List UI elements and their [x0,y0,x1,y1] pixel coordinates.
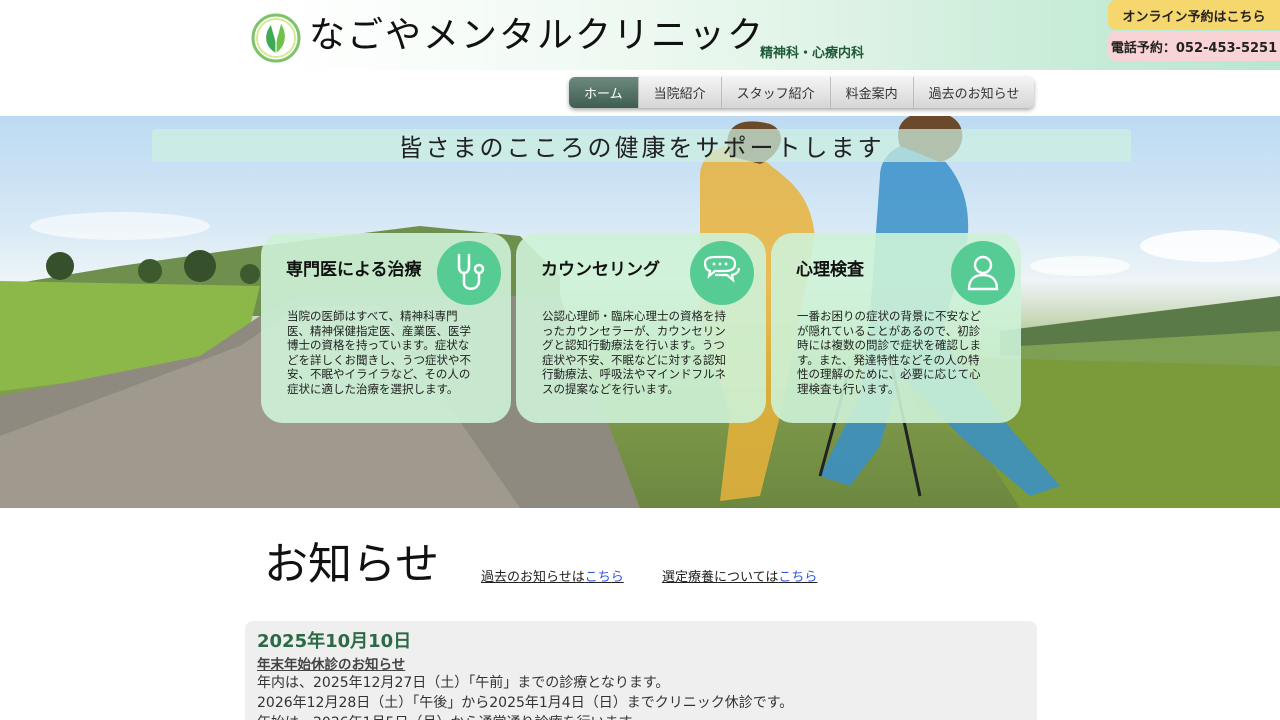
site-title[interactable]: なごやメンタルクリニック [309,14,765,58]
card-specialist-treatment[interactable]: 専門医による治療 当院の医師はすべて、精神科専門 医、精神保健指定医、産業医、医… [261,233,511,423]
card-psychological-test[interactable]: 心理検査 一番お困りの症状の背景に不安など が隠れていることがあるので、初診 時… [771,233,1021,423]
news-line: 年内は、2025年12月27日（土）「午前」までの診療となります。 [257,675,670,691]
stethoscope-icon [437,241,501,305]
news-item: 2025年10月10日 年末年始休診のお知らせ 年内は、2025年12月27日（… [245,621,1037,720]
hero-banner: 皆さまのこころの健康をサポートします [152,129,1131,162]
nav-item-fees[interactable]: 料金案内 [830,77,914,108]
card-title: カウンセリング [541,260,660,280]
news-line: 2026年12月28日（土）「午後」から2025年1月4日（日）までクリニック休… [257,695,794,711]
online-booking-button[interactable]: オンライン予約はこちら [1108,0,1280,30]
site-subtitle: 精神科・心療内科 [760,46,865,61]
chat-bubbles-icon [690,241,754,305]
news-heading: お知らせ [264,539,440,590]
card-title: 心理検査 [796,260,864,280]
selected-care-link[interactable]: 選定療養についてはこちら [662,566,817,585]
main-nav: ホーム 当院紹介 スタッフ紹介 料金案内 過去のお知らせ [569,77,1035,108]
news-date: 2025年10月10日 [257,631,412,652]
phone-booking-button[interactable]: 電話予約：052-453-5251 [1108,31,1280,61]
card-description: 公認心理師・臨床心理士の資格を持 ったカウンセラーが、カウンセリン グと認知行動… [542,309,726,396]
nav-item-past-news[interactable]: 過去のお知らせ [913,77,1035,108]
hero-section: 皆さまのこころの健康をサポートします 専門医による治療 当院の医師はすべて、精神… [0,116,1280,508]
clinic-logo-icon[interactable] [251,13,301,63]
card-counseling[interactable]: カウンセリング 公認心理師・臨床心理士の資格を持 ったカウンセラーが、カウンセリ… [516,233,766,423]
past-news-link[interactable]: 過去のお知らせはこちら [481,566,624,585]
news-title-link[interactable]: 年末年始休診のお知らせ [257,653,405,673]
person-icon [951,241,1015,305]
news-line: 年始は、2026年1月5日（月）から通常通り診療を行います。 [257,712,645,720]
nav-item-about[interactable]: 当院紹介 [638,77,722,108]
nav-item-home[interactable]: ホーム [569,77,639,108]
card-title: 専門医による治療 [286,260,422,280]
card-description: 一番お困りの症状の背景に不安など が隠れていることがあるので、初診 時には複数の… [797,309,981,396]
nav-item-staff[interactable]: スタッフ紹介 [721,77,831,108]
card-description: 当院の医師はすべて、精神科専門 医、精神保健指定医、産業医、医学 博士の資格を持… [287,309,471,396]
